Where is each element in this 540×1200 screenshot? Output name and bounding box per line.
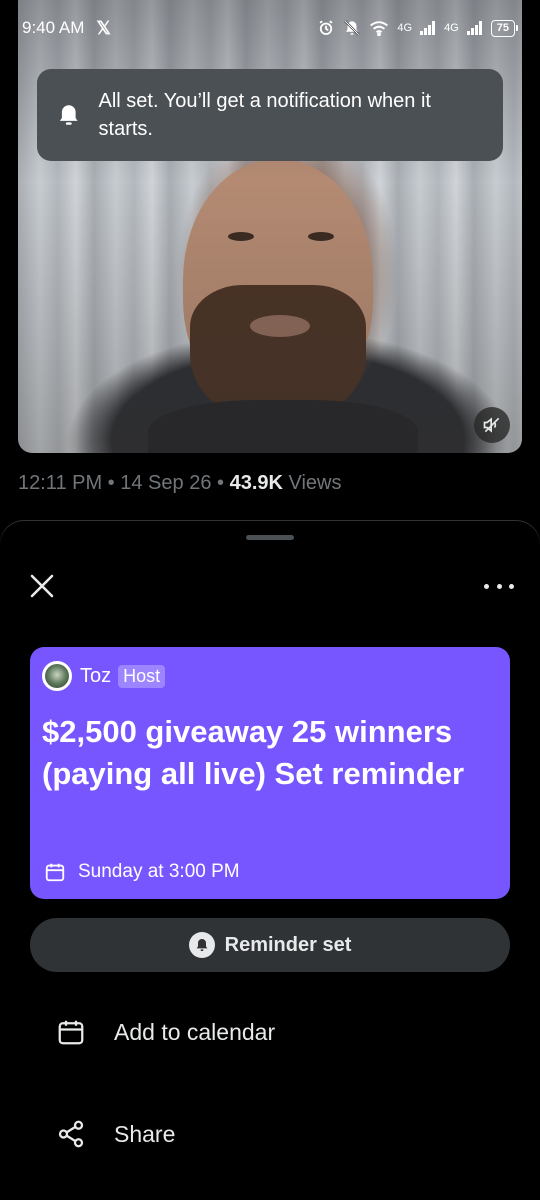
more-dot [509, 583, 514, 589]
status-icons: 4G 4G 75 [317, 19, 518, 37]
views-count: 43.9K [229, 472, 283, 494]
schedule-text: Sunday at 3:00 PM [78, 861, 240, 882]
more-dot [484, 583, 489, 589]
toast-message: All set. You’ll get a notification when … [98, 90, 431, 140]
bell-icon [188, 932, 215, 958]
post-time: 12:11 PM [18, 472, 103, 494]
host-badge: Host [118, 664, 166, 688]
status-time: 9:40 AM [22, 18, 85, 37]
status-bar: 9:40 AM 𝕏 4G 4G 75 [0, 0, 540, 56]
bell-icon [59, 105, 78, 125]
space-card[interactable]: Toz Host $2,500 giveaway 25 winners (pay… [30, 647, 510, 899]
wifi-icon [370, 21, 389, 36]
reminder-set-button[interactable]: Reminder set [30, 918, 510, 972]
video-player[interactable] [18, 0, 522, 453]
network-label-2: 4G [444, 22, 459, 34]
mute-button[interactable] [474, 407, 510, 443]
post-meta: 12:11 PM • 14 Sep 26 • 43.9K Views [18, 472, 342, 495]
battery-cap [516, 25, 518, 31]
host-row: Toz Host [42, 661, 498, 691]
views-label: Views [282, 472, 342, 494]
sheet-drag-handle[interactable] [246, 535, 294, 540]
meta-separator: • [211, 472, 230, 494]
alarm-icon [319, 20, 333, 35]
share-label: Share [114, 1120, 176, 1147]
video-shade [18, 0, 522, 453]
close-icon [30, 574, 54, 598]
bell-off-icon [344, 20, 360, 36]
signal-icon [420, 21, 436, 35]
signal-icon [466, 21, 482, 35]
calendar-icon [45, 863, 65, 882]
battery-indicator: 75 [490, 19, 518, 37]
avatar-image [45, 664, 69, 688]
reminder-label: Reminder set [224, 933, 352, 956]
host-name: Toz [80, 664, 112, 687]
network-label-1: 4G [397, 22, 413, 34]
host-avatar[interactable] [42, 661, 72, 691]
bottom-sheet-edge [0, 521, 540, 561]
space-title: $2,500 giveaway 25 winners (paying all l… [42, 714, 465, 791]
battery-level: 75 [490, 19, 515, 37]
space-schedule: Sunday at 3:00 PM [44, 861, 240, 883]
calendar-icon [55, 1016, 87, 1048]
post-date: 14 Sep 26 [120, 472, 212, 494]
add-to-calendar-row[interactable]: Add to calendar [55, 1002, 505, 1062]
notification-toast: All set. You’ll get a notification when … [37, 69, 503, 161]
share-row[interactable]: Share [55, 1104, 505, 1164]
add-to-calendar-label: Add to calendar [114, 1018, 276, 1045]
volume-muted-icon [483, 417, 500, 433]
x-logo-icon: 𝕏 [96, 17, 111, 38]
more-dot [496, 583, 502, 589]
meta-separator: • [102, 472, 121, 494]
share-icon [55, 1118, 87, 1150]
more-options-button[interactable] [484, 576, 514, 596]
close-button[interactable] [28, 572, 56, 600]
